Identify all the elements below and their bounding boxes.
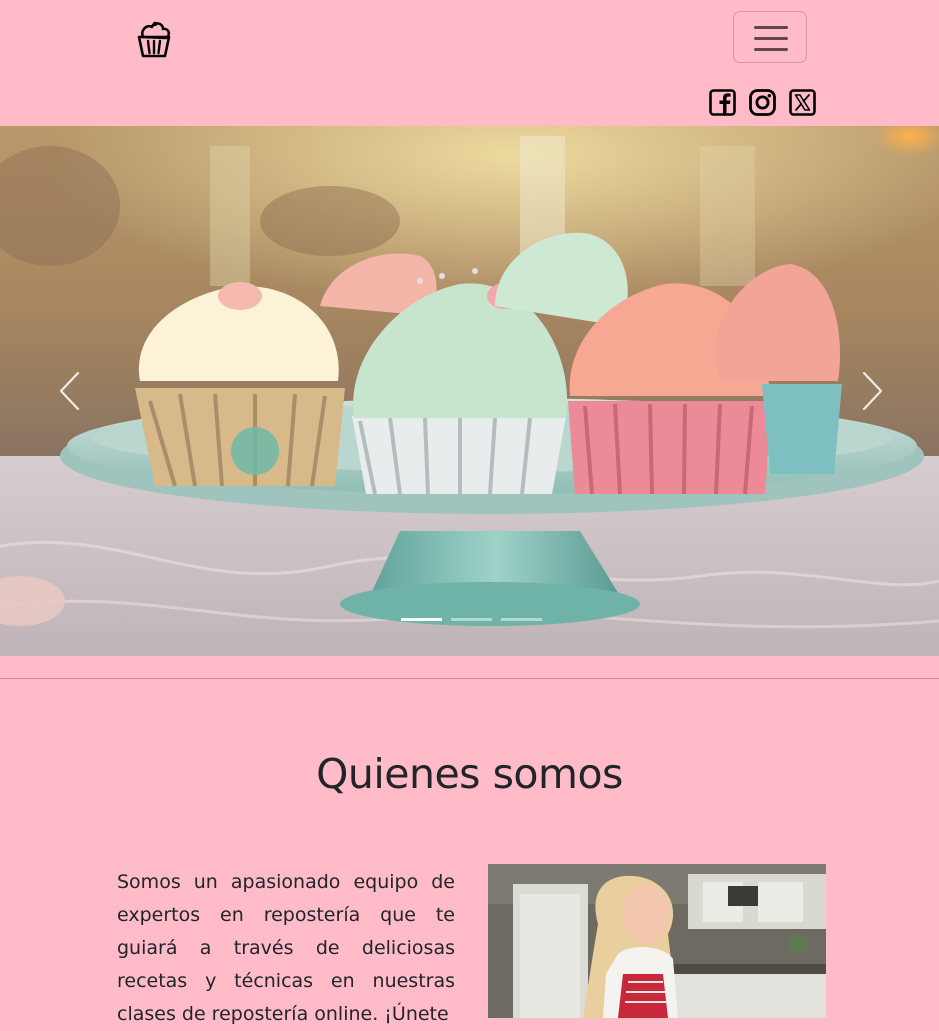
chevron-right-icon: [862, 371, 883, 411]
chevron-left-icon: [59, 371, 80, 411]
hero-carousel[interactable]: [0, 126, 939, 656]
carousel-next-button[interactable]: [842, 366, 902, 416]
x-twitter-link[interactable]: [789, 89, 816, 116]
carousel-indicators: [401, 618, 542, 621]
section-divider: [0, 678, 939, 679]
x-twitter-icon: [789, 89, 816, 116]
section-title: Quienes somos: [316, 750, 623, 798]
baker-woman-photo: [488, 864, 826, 1018]
facebook-icon: [709, 89, 736, 116]
carousel-indicator-1[interactable]: [401, 618, 442, 621]
social-links: [709, 89, 816, 116]
carousel-indicator-3[interactable]: [501, 618, 542, 621]
instagram-link[interactable]: [749, 89, 776, 116]
facebook-link[interactable]: [709, 89, 736, 116]
brand-logo-link[interactable]: [134, 20, 174, 58]
hamburger-menu-icon: [754, 26, 788, 29]
baker-woman-image: [488, 864, 826, 1018]
hamburger-menu-icon-line: [754, 37, 788, 40]
cupcake-icon: [137, 21, 171, 58]
hamburger-menu-icon-line: [754, 48, 788, 51]
instagram-icon: [749, 89, 776, 116]
navbar: [0, 0, 939, 126]
cupcakes-slide-image: [0, 126, 939, 656]
carousel-indicator-2[interactable]: [451, 618, 492, 621]
carousel-prev-button[interactable]: [40, 366, 100, 416]
about-description: Somos un apasionado equipo de expertos e…: [117, 871, 455, 1025]
menu-toggle-button[interactable]: [733, 11, 807, 63]
